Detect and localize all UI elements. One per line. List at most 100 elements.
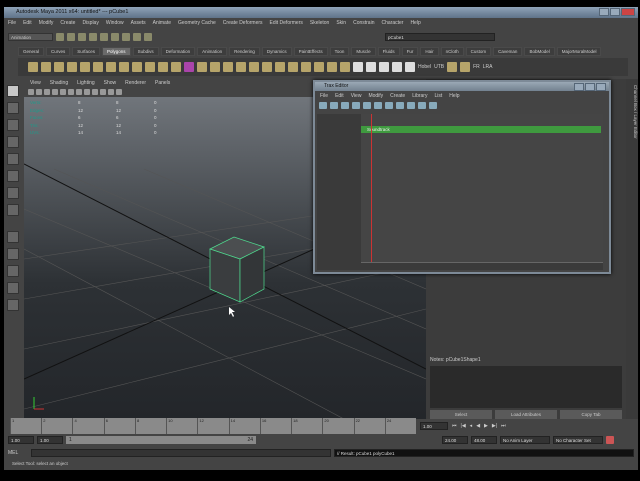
separate-icon[interactable]	[158, 62, 168, 72]
step-forward-key-icon[interactable]: ▶|	[492, 423, 497, 429]
vp-menu-panels[interactable]: Panels	[155, 79, 170, 87]
step-back-key-icon[interactable]: |◀	[461, 423, 466, 429]
menu-geometry-cache[interactable]: Geometry Cache	[178, 18, 216, 29]
menu-constrain[interactable]: Constrain	[353, 18, 374, 29]
layout-outliner-icon[interactable]	[7, 282, 19, 294]
minimize-button[interactable]	[599, 8, 609, 16]
poly-cube-icon[interactable]	[41, 62, 51, 72]
layout-single-icon[interactable]	[7, 231, 19, 243]
trax-menu-modify[interactable]: Modify	[368, 92, 383, 100]
mel-label[interactable]: MEL	[8, 450, 28, 456]
tab-animation[interactable]: Animation	[197, 47, 228, 56]
tab-majormoralmodel[interactable]: MajorMoralModel	[556, 47, 602, 56]
menu-file[interactable]: File	[8, 18, 16, 29]
tab-toon[interactable]: Toon	[329, 47, 350, 56]
tab-deformation[interactable]: Deformation	[160, 47, 196, 56]
trax-menu-edit[interactable]: Edit	[335, 92, 344, 100]
select-mode-icon[interactable]	[89, 32, 97, 41]
selection-field[interactable]: pCube1	[385, 32, 495, 41]
snap-point-icon[interactable]	[133, 32, 141, 41]
range-start-field[interactable]: 1.00	[37, 435, 63, 444]
snap-grid-icon[interactable]	[111, 32, 119, 41]
tab-rendering[interactable]: Rendering	[229, 47, 260, 56]
vp-menu-view[interactable]: View	[30, 79, 41, 87]
open-scene-icon[interactable]	[67, 32, 75, 41]
script-icon[interactable]	[447, 62, 458, 72]
merge-icon[interactable]	[262, 62, 272, 72]
menu-help[interactable]: Help	[410, 18, 420, 29]
bridge-icon[interactable]	[210, 62, 220, 72]
vp-menu-renderer[interactable]: Renderer	[125, 79, 146, 87]
uv-editor-icon[interactable]	[366, 62, 376, 72]
camera-icon[interactable]	[28, 89, 34, 95]
textured-icon[interactable]	[84, 89, 90, 95]
menu-skin[interactable]: Skin	[336, 18, 346, 29]
tab-hair[interactable]: Hair	[420, 47, 439, 56]
create-clip-icon[interactable]	[352, 102, 360, 109]
vp-menu-show[interactable]: Show	[104, 79, 117, 87]
isolate-icon[interactable]	[116, 89, 122, 95]
uv-checker-icon[interactable]	[353, 62, 363, 72]
scale-tool-icon[interactable]	[7, 170, 19, 182]
notes-textarea[interactable]	[430, 366, 622, 408]
key-icon[interactable]	[407, 102, 415, 109]
shelf-lra[interactable]: LRA	[483, 64, 493, 70]
soundtrack-track[interactable]: Soundtrack	[361, 126, 601, 133]
close-button[interactable]	[621, 8, 635, 16]
trax-title-bar[interactable]: Trax Editor	[315, 82, 609, 91]
play-back-icon[interactable]: ◀	[476, 423, 480, 429]
pose-icon[interactable]	[363, 102, 371, 109]
poke-icon[interactable]	[301, 62, 311, 72]
menu-edit-deformers[interactable]: Edit Deformers	[270, 18, 303, 29]
trax-menu-list[interactable]: List	[434, 92, 442, 100]
tab-fur[interactable]: Fur	[401, 47, 419, 56]
script2-icon[interactable]	[460, 62, 471, 72]
character-set-dropdown[interactable]: No Character Set	[553, 435, 603, 444]
load-selected-icon[interactable]	[319, 102, 327, 109]
uv-map-icon[interactable]	[379, 62, 389, 72]
new-scene-icon[interactable]	[56, 32, 64, 41]
tab-bobmodel[interactable]: BobModel	[524, 47, 555, 56]
poly-helix-icon[interactable]	[132, 62, 142, 72]
tab-ncloth[interactable]: nCloth	[440, 47, 464, 56]
trax-outliner[interactable]	[317, 114, 361, 270]
tab-muscle[interactable]: Muscle	[351, 47, 376, 56]
wireframe-icon[interactable]	[68, 89, 74, 95]
shelf-fr[interactable]: FR	[473, 64, 480, 70]
grid-icon[interactable]	[60, 89, 66, 95]
bevel-icon[interactable]	[275, 62, 285, 72]
tab-custom[interactable]: Custom	[465, 47, 492, 56]
anim-layer-dropdown[interactable]: No Anim Layer	[500, 435, 550, 444]
tab-general[interactable]: General	[18, 47, 45, 56]
paint-select-icon[interactable]	[7, 119, 19, 131]
menu-edit[interactable]: Edit	[23, 18, 32, 29]
trax-maximize-button[interactable]	[585, 83, 595, 91]
zoom-icon[interactable]	[418, 102, 426, 109]
lasso-tool-icon[interactable]	[7, 102, 19, 114]
poly-plane-icon[interactable]	[80, 62, 90, 72]
blend-icon[interactable]	[374, 102, 382, 109]
maximize-button[interactable]	[610, 8, 620, 16]
trax-track-area[interactable]: Soundtrack	[361, 114, 603, 270]
tab-caveman[interactable]: Caveman	[493, 47, 523, 56]
image-plane-icon[interactable]	[52, 89, 58, 95]
time-cursor[interactable]	[371, 114, 372, 264]
menu-assets[interactable]: Assets	[131, 18, 146, 29]
current-time-field[interactable]: 1.00	[420, 422, 448, 430]
tab-dynamics[interactable]: Dynamics	[261, 47, 292, 56]
rotate-tool-icon[interactable]	[7, 153, 19, 165]
smooth-icon[interactable]	[171, 62, 181, 72]
menu-animate[interactable]: Animate	[153, 18, 171, 29]
poly-cylinder-icon[interactable]	[54, 62, 64, 72]
trax-menu-help[interactable]: Help	[449, 92, 459, 100]
menu-create[interactable]: Create	[60, 18, 75, 29]
uv-layout-icon[interactable]	[392, 62, 402, 72]
frame-all-icon[interactable]	[396, 102, 404, 109]
go-end-icon[interactable]: ⏭	[501, 423, 506, 429]
trax-menu-view[interactable]: View	[351, 92, 362, 100]
extract-icon[interactable]	[340, 62, 350, 72]
menu-create-deformers[interactable]: Create Deformers	[223, 18, 263, 29]
snap-curve-icon[interactable]	[122, 32, 130, 41]
insert-loop-icon[interactable]	[249, 62, 259, 72]
menu-window[interactable]: Window	[106, 18, 124, 29]
